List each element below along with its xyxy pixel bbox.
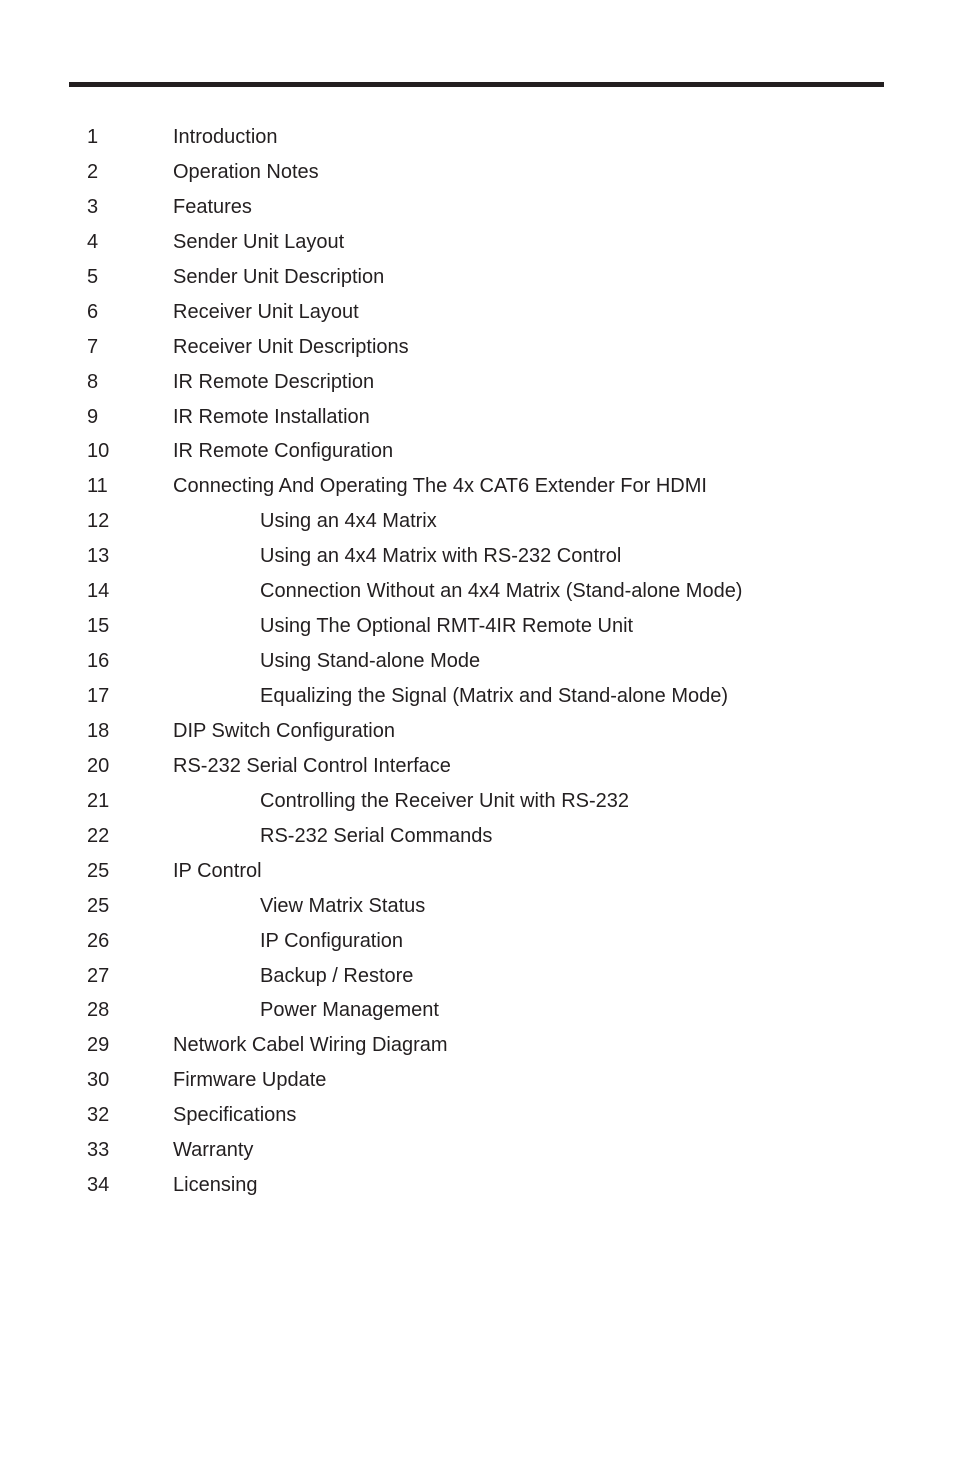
toc-page-number: 16 [87,650,110,673]
header-rule [69,82,884,87]
toc-entry-title[interactable]: Power Management [260,993,439,1028]
toc-entry[interactable]: 6 Receiver Unit Layout [0,295,954,330]
toc-entry[interactable]: 10 IR Remote Configuration [0,434,954,469]
toc-entry-title[interactable]: Operation Notes [173,155,319,190]
toc-entry[interactable]: 30 Firmware Update [0,1063,954,1098]
toc-entry-title[interactable]: IP Configuration [260,924,403,959]
toc-page-number: 18 [87,719,110,742]
toc-page-number: 22 [87,824,110,847]
toc-entry[interactable]: 25 IP Control [0,854,954,889]
toc-entry-title[interactable]: Warranty [173,1133,253,1168]
toc-page-number: 11 [87,475,108,498]
toc-subentry[interactable]: 22 RS-232 Serial Commands [0,819,954,854]
toc-entry-title[interactable]: Specifications [173,1098,296,1133]
toc-entry[interactable]: 5 Sender Unit Description [0,260,954,295]
toc-entry-title[interactable]: IP Control [173,854,262,889]
toc-page-number: 6 [87,300,99,323]
toc-entry-title[interactable]: Controlling the Receiver Unit with RS-23… [260,784,629,819]
toc-page-number: 30 [87,1069,110,1092]
toc-entry-title[interactable]: DIP Switch Configuration [173,714,395,749]
toc-page-number: 32 [87,1104,110,1127]
toc-page-number: 28 [87,999,110,1022]
toc-entry-title[interactable]: View Matrix Status [260,889,425,924]
toc-page-number: 2 [87,160,99,183]
toc-entry[interactable]: 4 Sender Unit Layout [0,225,954,260]
toc-page-number: 33 [87,1139,110,1162]
toc-entry-title[interactable]: Backup / Restore [260,959,413,994]
toc-page-number: 34 [87,1174,110,1197]
toc-page-number: 3 [87,195,99,218]
toc-subentry[interactable]: 21 Controlling the Receiver Unit with RS… [0,784,954,819]
toc-subentry[interactable]: 16 Using Stand-alone Mode [0,644,954,679]
toc-entry[interactable]: 7 Receiver Unit Descriptions [0,330,954,365]
toc-page-number: 13 [87,545,110,568]
toc-entry-title[interactable]: RS-232 Serial Commands [260,819,492,854]
toc-entry[interactable]: 20 RS-232 Serial Control Interface [0,749,954,784]
toc-entry[interactable]: 11 Connecting And Operating The 4x CAT6 … [0,469,954,504]
toc-subentry[interactable]: 12 Using an 4x4 Matrix [0,504,954,539]
toc-page-number: 7 [87,335,99,358]
toc-page-number: 21 [87,789,110,812]
toc-page-number: 20 [87,754,110,777]
toc-page-number: 27 [87,964,110,987]
toc-page-number: 17 [87,685,110,707]
toc-page-number: 4 [87,230,99,253]
toc-entry-title[interactable]: RS-232 Serial Control Interface [173,749,451,784]
toc-entry-title[interactable]: Using an 4x4 Matrix [260,504,437,539]
toc-page-number: 9 [87,405,99,428]
toc-entry-title[interactable]: IR Remote Installation [173,400,370,435]
toc-page-number: 25 [87,894,110,917]
toc-page-number: 1 [87,126,99,148]
toc-page-number: 14 [87,580,110,603]
toc-entry-title[interactable]: Receiver Unit Layout [173,295,359,330]
toc-subentry[interactable]: 25 View Matrix Status [0,889,954,924]
toc-subentry[interactable]: 13 Using an 4x4 Matrix with RS-232 Contr… [0,539,954,574]
toc-page-number: 10 [87,440,110,463]
toc-subentry[interactable]: 27 Backup / Restore [0,959,954,994]
toc-entry-title[interactable]: IR Remote Configuration [173,434,393,469]
toc-page-number: 25 [87,859,110,882]
toc-entry[interactable]: 2 Operation Notes [0,155,954,190]
toc-entry-title[interactable]: Receiver Unit Descriptions [173,330,409,365]
toc-entry-title[interactable]: Firmware Update [173,1063,326,1098]
toc-entry-title[interactable]: Introduction [173,120,278,155]
toc-entry-title[interactable]: Equalizing the Signal (Matrix and Stand-… [260,679,728,714]
toc-entry-title[interactable]: Using Stand-alone Mode [260,644,480,679]
toc-page-number: 5 [87,265,99,288]
toc-entry[interactable]: 18 DIP Switch Configuration [0,714,954,749]
toc-page-number: 15 [87,615,110,638]
toc-subentry[interactable]: 15 Using The Optional RMT-4IR Remote Uni… [0,609,954,644]
toc-page-number: 12 [87,510,110,533]
toc-entry-title[interactable]: Sender Unit Layout [173,225,344,260]
toc-page-number: 29 [87,1034,110,1057]
toc-subentry[interactable]: 26 IP Configuration [0,924,954,959]
toc-entry[interactable]: 1 Introduction [0,120,954,155]
toc-page-number: 26 [87,929,110,952]
toc-entry[interactable]: 32 Specifications [0,1098,954,1133]
toc-entry-title[interactable]: IR Remote Description [173,365,374,400]
toc-entry[interactable]: 9 IR Remote Installation [0,400,954,435]
toc-entry-title[interactable]: Network Cabel Wiring Diagram [173,1028,448,1063]
toc-entry-title[interactable]: Sender Unit Description [173,260,384,295]
toc-entry-title[interactable]: Using an 4x4 Matrix with RS-232 Control [260,539,621,574]
toc-subentry[interactable]: 28 Power Management [0,993,954,1028]
toc-entry-title[interactable]: Connecting And Operating The 4x CAT6 Ext… [173,469,707,504]
toc-page-number: 8 [87,370,99,393]
toc-entry[interactable]: 8 IR Remote Description [0,365,954,400]
toc-subentry[interactable]: 17 Equalizing the Signal (Matrix and Sta… [0,679,954,714]
toc-subentry[interactable]: 14 Connection Without an 4x4 Matrix (Sta… [0,574,954,609]
table-of-contents: 1 Introduction 2 Operation Notes 3 Featu… [0,120,954,1203]
toc-entry[interactable]: 29 Network Cabel Wiring Diagram [0,1028,954,1063]
toc-entry-title[interactable]: Licensing [173,1168,258,1203]
toc-entry[interactable]: 34 Licensing [0,1168,954,1203]
toc-entry[interactable]: 3 Features [0,190,954,225]
toc-entry-title[interactable]: Connection Without an 4x4 Matrix (Stand-… [260,574,742,609]
toc-entry-title[interactable]: Using The Optional RMT-4IR Remote Unit [260,609,633,644]
toc-entry-title[interactable]: Features [173,190,252,225]
toc-entry[interactable]: 33 Warranty [0,1133,954,1168]
